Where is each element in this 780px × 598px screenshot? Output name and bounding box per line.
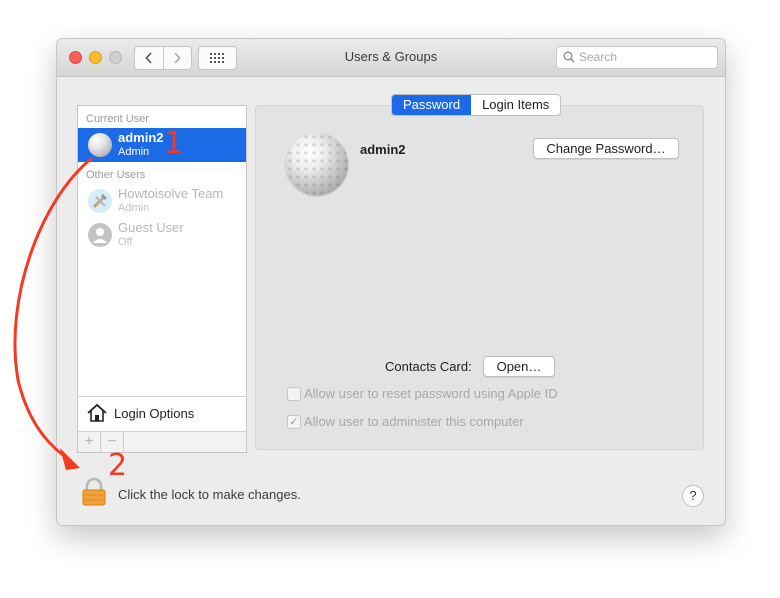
step-one-label: 1 [164,126,184,161]
annotation-arrow [13,156,93,470]
step-two-label: 2 [108,448,128,483]
